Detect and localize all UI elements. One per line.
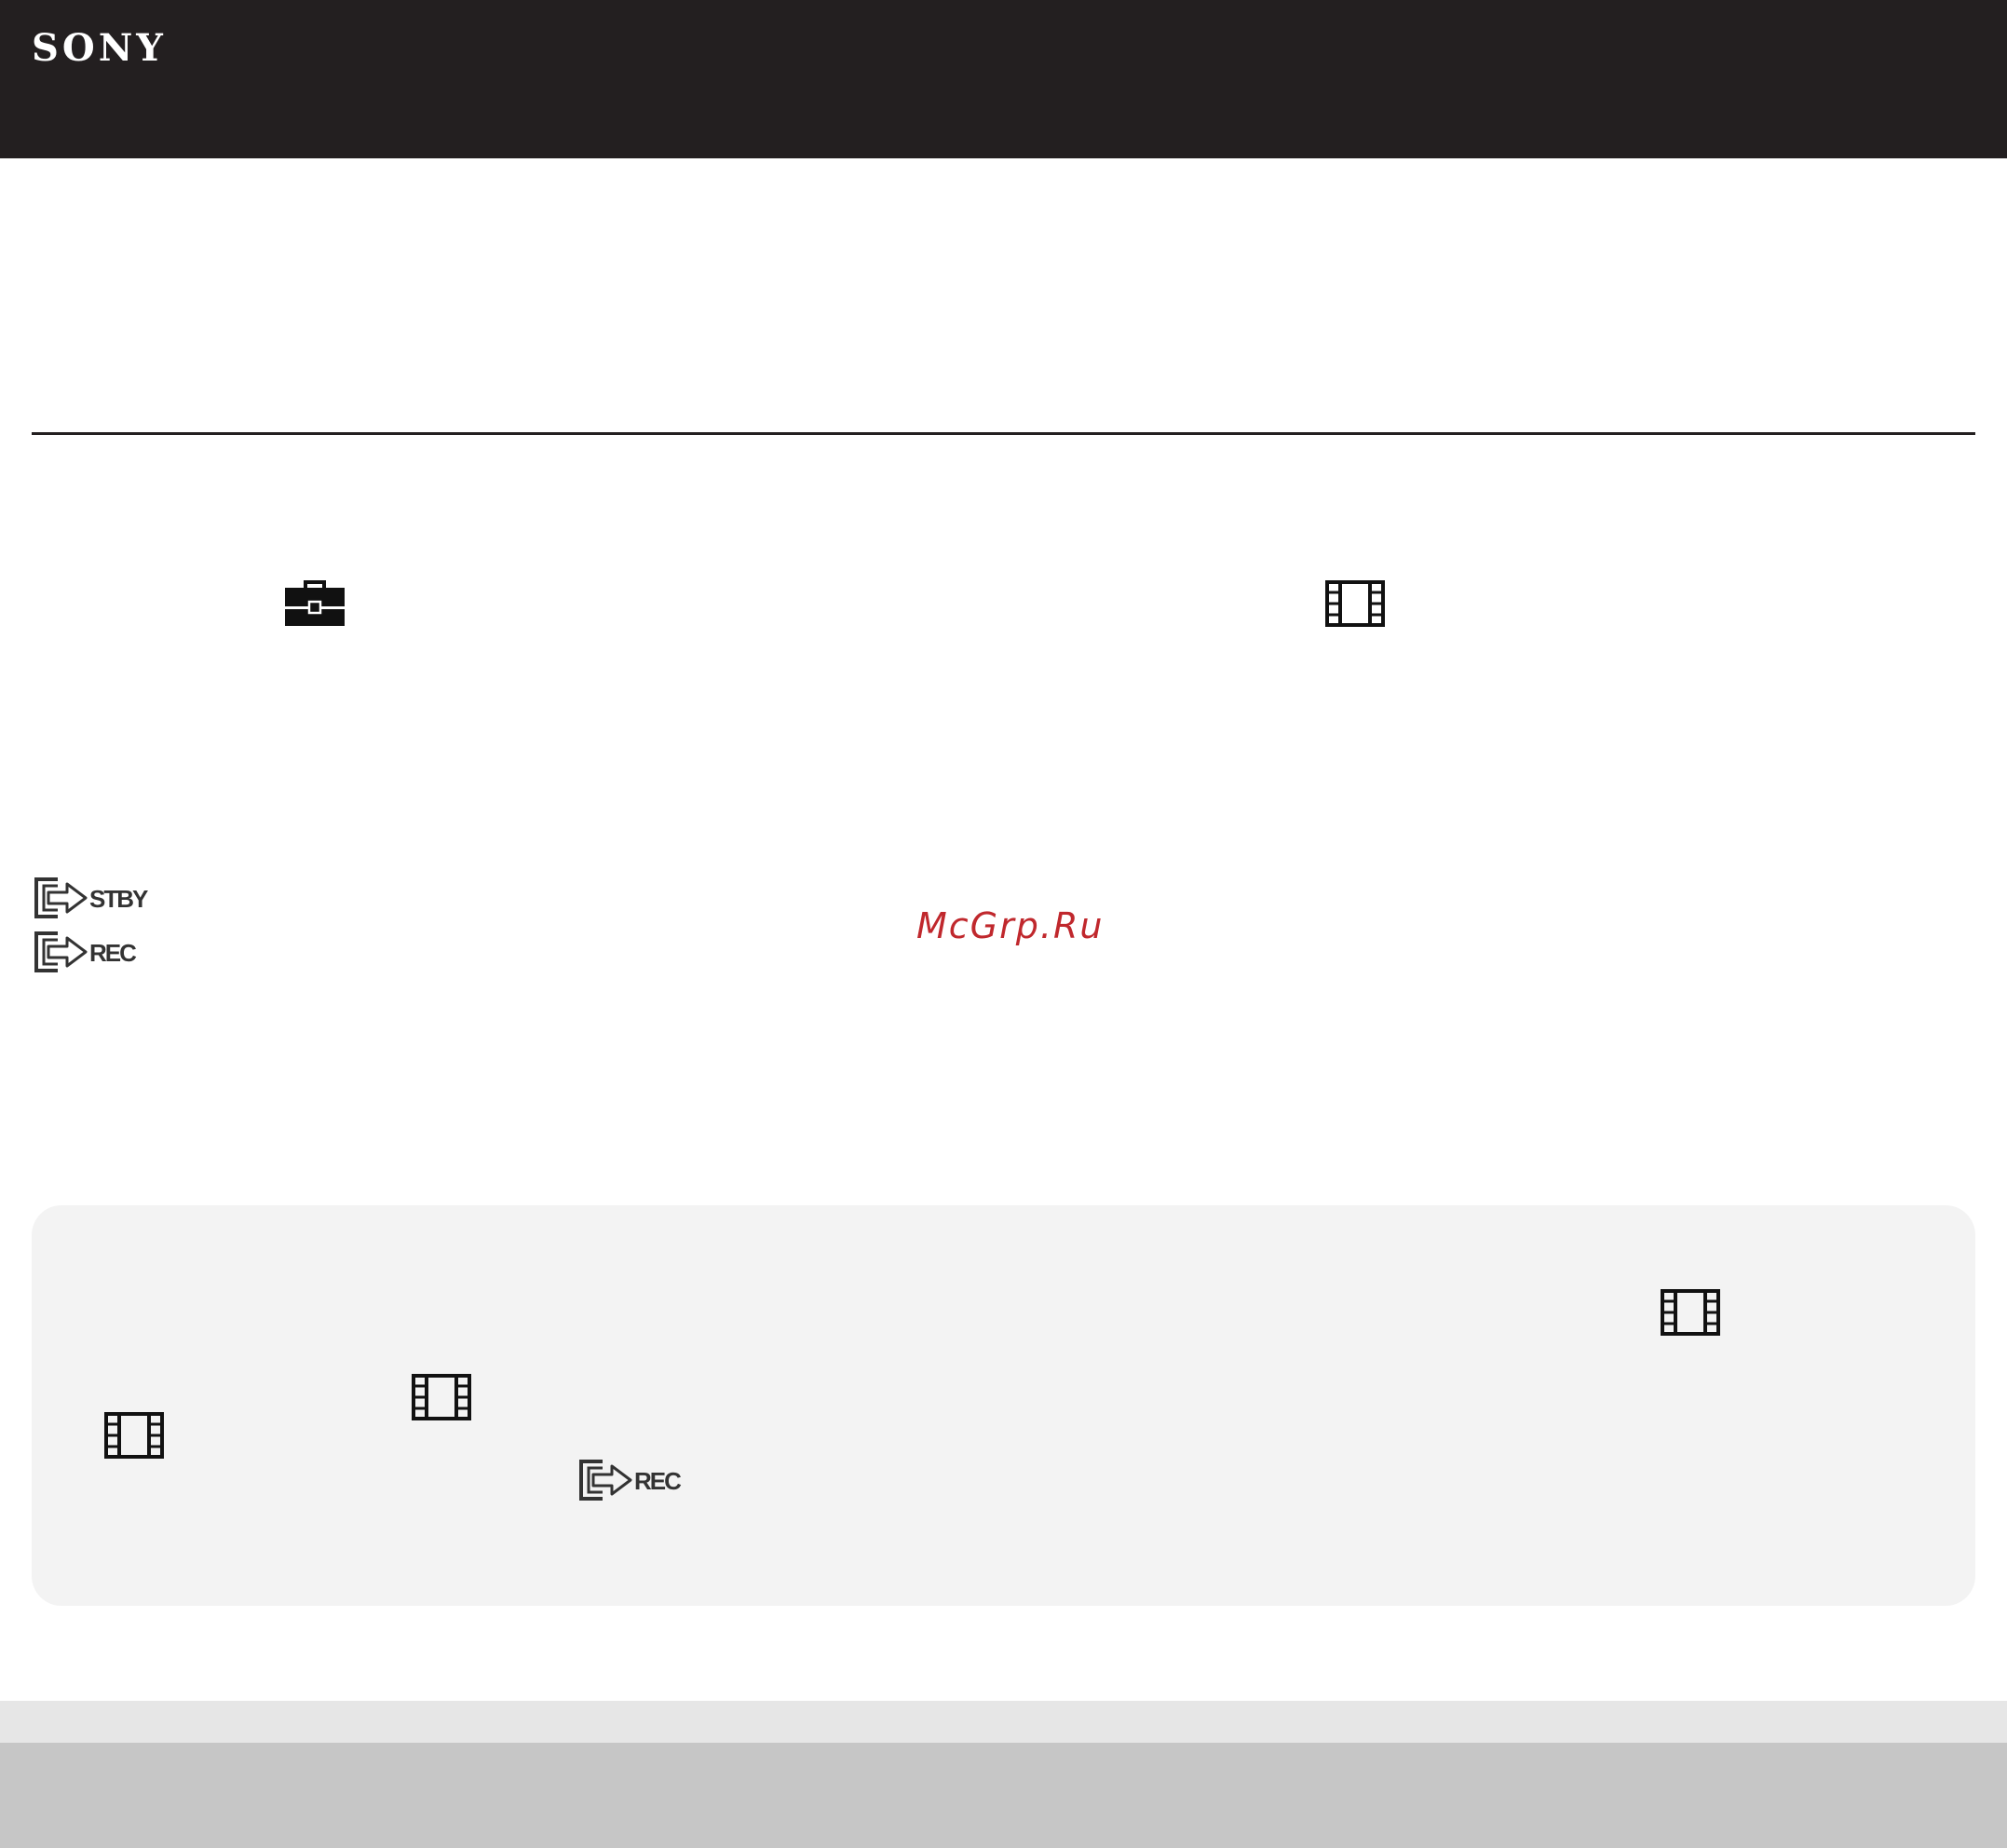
- note-box: [32, 1205, 1975, 1606]
- page-header: SONY: [0, 0, 2007, 158]
- rec-label: REC: [634, 1467, 682, 1495]
- output-rec-icon: REC: [34, 931, 139, 972]
- output-rec-icon: REC: [579, 1460, 684, 1501]
- movie-film-icon: [412, 1374, 471, 1420]
- movie-film-icon: [1661, 1289, 1720, 1336]
- title-divider: [32, 432, 1975, 435]
- footer-band-dark: [0, 1743, 2007, 1848]
- movie-film-icon: [104, 1412, 164, 1459]
- watermark-text: McGrp.Ru: [916, 905, 1105, 946]
- movie-film-icon: [1325, 580, 1385, 627]
- stby-label: STBY: [89, 885, 148, 913]
- toolbox-icon: [285, 580, 345, 626]
- output-stby-icon: STBY: [34, 877, 150, 918]
- rec-label: REC: [89, 939, 137, 967]
- sony-logo: SONY: [32, 26, 167, 70]
- footer-band-light: [0, 1701, 2007, 1743]
